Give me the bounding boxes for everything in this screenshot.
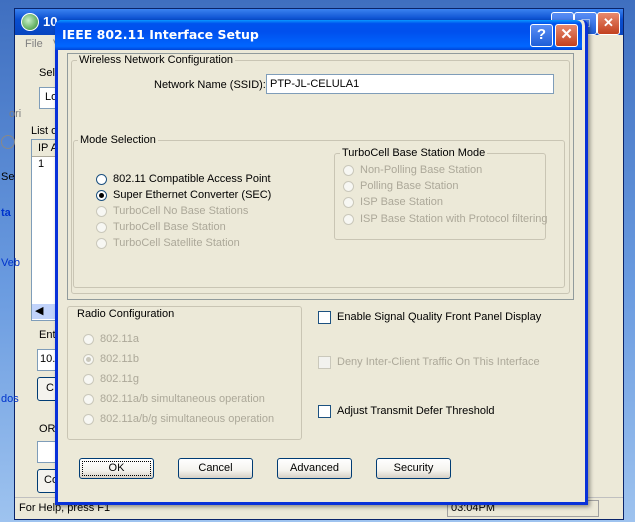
- radio-indicator[interactable]: [343, 214, 354, 225]
- radio-indicator[interactable]: [96, 206, 107, 217]
- mode-selection-legend: Mode Selection: [78, 134, 158, 146]
- entry-label: Ent: [39, 329, 56, 341]
- turbocell-option-label: Non-Polling Base Station: [360, 164, 483, 176]
- close-icon[interactable]: ✕: [555, 24, 578, 47]
- background-right-panel: [585, 45, 616, 489]
- checkbox-label: Enable Signal Quality Front Panel Displa…: [337, 311, 542, 323]
- radio-option-label: 802.11a/b simultaneous operation: [100, 393, 265, 405]
- checkbox-box[interactable]: [318, 311, 331, 324]
- help-icon[interactable]: ?: [530, 24, 553, 47]
- radio-indicator[interactable]: [343, 181, 354, 192]
- mode-option-label: 802.11 Compatible Access Point: [113, 173, 271, 185]
- select-group-label: Sel: [39, 67, 55, 79]
- checkbox-box[interactable]: [318, 356, 331, 369]
- radio-indicator[interactable]: [83, 414, 94, 425]
- turbocell-option-label: Polling Base Station: [360, 180, 459, 192]
- radio-option-label: 802.11a/b/g simultaneous operation: [100, 413, 275, 425]
- mode-option-label: TurboCell No Base Stations: [113, 205, 249, 217]
- checkbox-label: Deny Inter-Client Traffic On This Interf…: [337, 356, 540, 368]
- left-cut-text-2: Se: [1, 171, 15, 183]
- dialog-title-bar[interactable]: IEEE 802.11 Interface Setup ? ✕: [55, 20, 582, 50]
- background-button-c-label: C: [46, 382, 54, 394]
- interface-panel: Wireless Network Configuration Network N…: [67, 53, 574, 300]
- mode-option-label: TurboCell Base Station: [113, 221, 226, 233]
- ssid-label: Network Name (SSID):: [154, 79, 266, 91]
- left-cut-text-3: ta: [1, 207, 11, 219]
- radio-option-label: 802.11b: [100, 353, 139, 365]
- radio-indicator[interactable]: [96, 238, 107, 249]
- dialog-title: IEEE 802.11 Interface Setup: [62, 27, 259, 42]
- radio-indicator[interactable]: [96, 222, 107, 233]
- ok-button[interactable]: OK: [79, 458, 154, 479]
- list-row[interactable]: 1: [38, 158, 44, 170]
- mode-option-label: Super Ethernet Converter (SEC): [113, 189, 272, 201]
- advanced-button[interactable]: Advanced: [277, 458, 352, 479]
- security-button[interactable]: Security: [376, 458, 451, 479]
- scroll-left-icon[interactable]: ◀: [35, 304, 43, 317]
- turbocell-option-label: ISP Base Station with Protocol filtering: [360, 213, 548, 225]
- radio-indicator[interactable]: [83, 374, 94, 385]
- radio-indicator[interactable]: [96, 174, 107, 185]
- left-cut-text-5: dos: [1, 393, 19, 405]
- radio-indicator[interactable]: [83, 394, 94, 405]
- checkbox-box[interactable]: [318, 405, 331, 418]
- close-icon[interactable]: ✕: [597, 12, 620, 35]
- cancel-button[interactable]: Cancel: [178, 458, 253, 479]
- wireless-network-legend: Wireless Network Configuration: [77, 54, 236, 66]
- menu-file[interactable]: File: [25, 38, 43, 50]
- left-radio-fragment[interactable]: [1, 135, 15, 149]
- or-label: OR: [39, 423, 56, 435]
- turbocell-option-label: ISP Base Station: [360, 196, 443, 208]
- radio-indicator[interactable]: [83, 334, 94, 345]
- turbocell-mode-legend: TurboCell Base Station Mode: [340, 147, 488, 159]
- radio-configuration-legend: Radio Configuration: [75, 308, 177, 320]
- radio-option-label: 802.11g: [100, 373, 139, 385]
- radio-indicator-selected[interactable]: [96, 190, 107, 201]
- app-globe-icon: [21, 13, 39, 31]
- list-label: List o: [31, 125, 58, 137]
- interface-setup-dialog: IEEE 802.11 Interface Setup ? ✕ Wireless…: [55, 20, 588, 505]
- radio-indicator[interactable]: [343, 165, 354, 176]
- left-cut-text-1: ori: [9, 108, 22, 120]
- ip-entry-value: 10.: [40, 353, 56, 365]
- checkbox-label: Adjust Transmit Defer Threshold: [337, 405, 495, 417]
- mode-option-label: TurboCell Satellite Station: [113, 237, 240, 249]
- ssid-input[interactable]: PTP-JL-CELULA1: [266, 74, 554, 94]
- left-cut-text-4: Veb: [1, 257, 20, 269]
- radio-option-label: 802.11a: [100, 333, 139, 345]
- radio-indicator-selected[interactable]: [83, 354, 94, 365]
- radio-indicator[interactable]: [343, 197, 354, 208]
